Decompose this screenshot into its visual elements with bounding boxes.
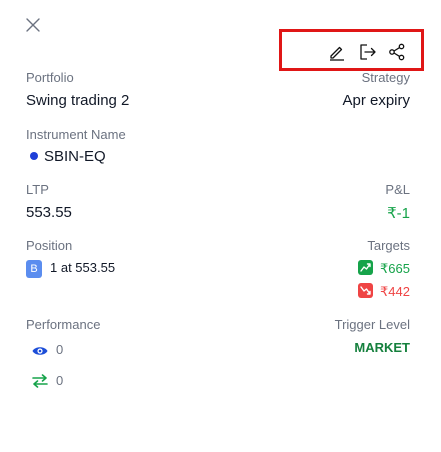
trend-down-icon — [358, 283, 374, 298]
pnl-value: ₹-1 — [387, 205, 410, 222]
instrument-value-row: SBIN-EQ — [30, 148, 106, 165]
portfolio-label: Portfolio — [26, 70, 74, 85]
position-row: B 1 at 553.55 — [26, 259, 115, 278]
close-button[interactable] — [26, 18, 46, 38]
strategy-value: Apr expiry — [342, 92, 410, 109]
instrument-name: SBIN-EQ — [44, 148, 106, 165]
eye-icon — [32, 347, 48, 355]
action-toolbar — [279, 29, 424, 71]
buy-side-badge: B — [26, 260, 42, 278]
trigger-value: MARKET — [354, 340, 410, 355]
pencil-icon — [330, 46, 344, 61]
swap-icon — [32, 374, 48, 388]
portfolio-value: Swing trading 2 — [26, 92, 130, 109]
views-count: 0 — [56, 342, 64, 357]
position-text: 1 at 553.55 — [50, 260, 116, 275]
instrument-label: Instrument Name — [26, 127, 126, 142]
exit-arrow-icon — [360, 44, 376, 60]
trend-up-icon — [358, 260, 374, 275]
edit-button[interactable] — [328, 43, 346, 61]
target-up-value: ₹665 — [380, 261, 410, 276]
ltp-value: 553.55 — [26, 204, 72, 221]
targets-label: Targets — [367, 238, 410, 253]
trades-count: 0 — [56, 373, 64, 388]
close-icon — [26, 18, 40, 32]
ltp-label: LTP — [26, 182, 49, 197]
instrument-dot-icon — [30, 152, 38, 160]
share-button[interactable] — [388, 43, 406, 61]
target-up-row: ₹665 — [358, 260, 410, 277]
performance-label: Performance — [26, 317, 101, 332]
position-label: Position — [26, 238, 73, 253]
views-row: 0 — [32, 342, 63, 357]
trades-row: 0 — [32, 373, 63, 388]
share-icon — [389, 43, 405, 61]
strategy-label: Strategy — [361, 70, 410, 85]
trigger-label: Trigger Level — [334, 317, 410, 332]
pnl-label: P&L — [385, 182, 410, 197]
target-down-value: ₹442 — [380, 284, 410, 299]
target-down-row: ₹442 — [358, 283, 410, 300]
exit-button[interactable] — [359, 43, 377, 61]
